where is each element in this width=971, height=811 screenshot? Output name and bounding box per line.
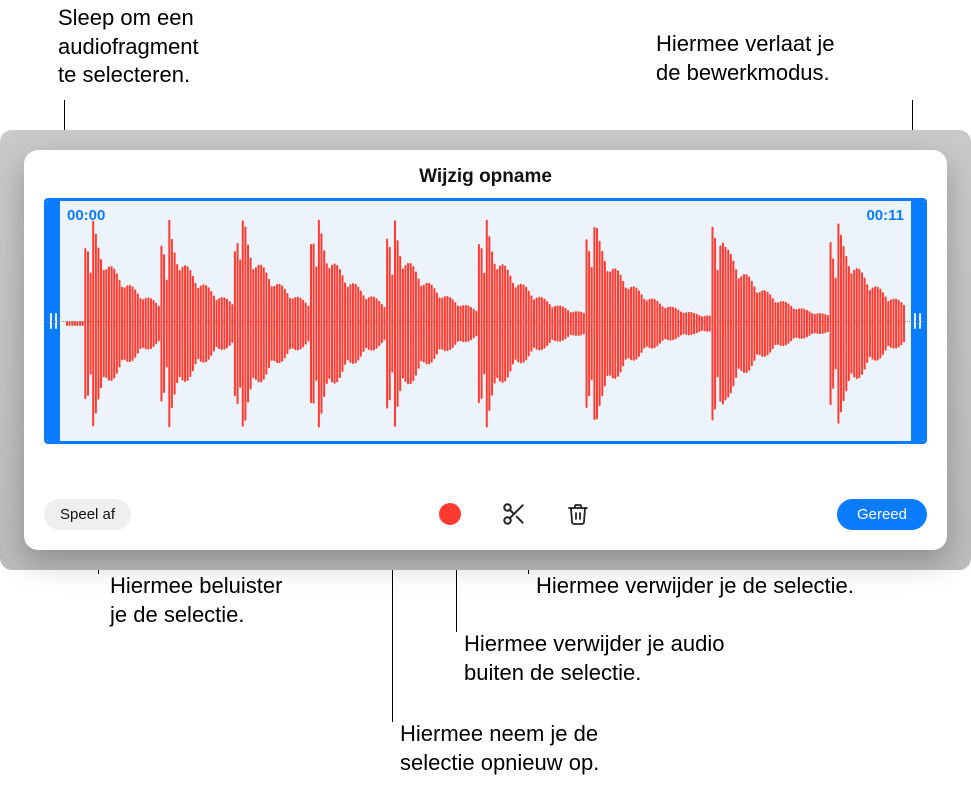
trash-icon [566, 502, 590, 526]
waveform-container: 00:00 00:11 [24, 198, 947, 482]
waveform-selection[interactable]: 00:00 00:11 [44, 198, 927, 444]
done-button[interactable]: Gereed [837, 499, 927, 530]
scissors-icon [501, 501, 527, 527]
callout-delete-selection: Hiermee verwijder je de selectie. [536, 572, 854, 601]
callout-exit-edit: Hiermee verlaat je de bewerkmodus. [656, 30, 835, 87]
callout-drag-select: Sleep om een audiofragment te selecteren… [58, 4, 199, 90]
center-tools [203, 496, 825, 532]
waveform-svg [62, 201, 909, 444]
callout-rerecord: Hiermee neem je de selectie opnieuw op. [400, 720, 599, 777]
play-button[interactable]: Speel af [44, 499, 131, 530]
delete-button[interactable] [558, 496, 598, 532]
panel-title: Wijzig opname [24, 150, 947, 198]
trim-button[interactable] [494, 496, 534, 532]
callout-trim-outside: Hiermee verwijder je audio buiten de sel… [464, 630, 724, 687]
edit-recording-panel: Wijzig opname 00:00 00:11 Speel af [24, 150, 947, 550]
callout-listen: Hiermee beluister je de selectie. [110, 572, 282, 629]
record-button[interactable] [430, 496, 470, 532]
record-icon [439, 503, 461, 525]
toolbar: Speel af [24, 482, 947, 550]
